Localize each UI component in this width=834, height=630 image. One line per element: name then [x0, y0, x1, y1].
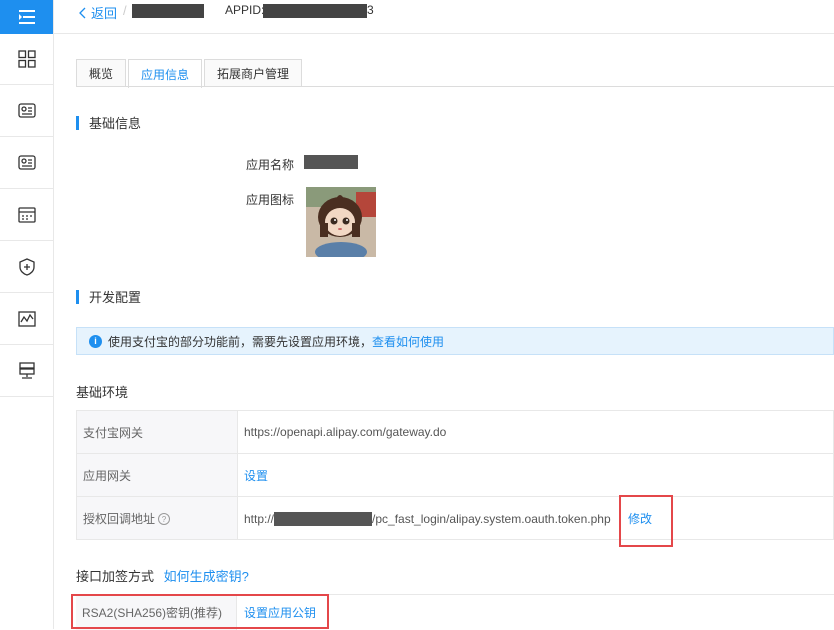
tab-bar: 概览 应用信息 拓展商户管理: [76, 59, 304, 88]
tab-divider: [76, 86, 834, 87]
section-dev-config: 开发配置: [76, 287, 141, 306]
callback-key: 授权回调地址: [83, 511, 156, 526]
gateway-value: https://openapi.alipay.com/gateway.do: [237, 410, 834, 454]
app-icon-label: 应用图标: [246, 193, 295, 207]
table-row: 授权回调地址? http:// /pc_fast_login/alipay.sys…: [76, 496, 834, 540]
appid-tail: 3: [367, 3, 374, 17]
sidebar-item-security[interactable]: [0, 242, 53, 293]
menu-toggle-button[interactable]: [0, 0, 53, 34]
section-title: 基础信息: [89, 116, 142, 131]
sidebar-item-browser[interactable]: [0, 190, 53, 241]
breadcrumb: 返回 / APPID: 3: [54, 0, 834, 34]
appid-label: APPID:: [225, 3, 265, 17]
app-name-redacted: [132, 4, 204, 18]
section-basic-info: 基础信息: [76, 113, 141, 132]
sign-section-title: 接口加签方式 如何生成密钥?: [76, 566, 249, 585]
section-title: 开发配置: [89, 290, 142, 305]
section-marker: [76, 115, 79, 130]
app-gateway-set-link[interactable]: 设置: [244, 469, 268, 483]
server-icon: [18, 362, 35, 379]
sidebar-item-overview[interactable]: [0, 34, 53, 85]
table-row: 应用网关 设置: [76, 453, 834, 497]
app-icon-image: [306, 187, 376, 257]
notice-help-link[interactable]: 查看如何使用: [372, 333, 444, 350]
info-notice: i 使用支付宝的部分功能前，需要先设置应用环境， 查看如何使用: [76, 327, 834, 355]
callback-url-suffix: /pc_fast_login/alipay.system.oauth.token…: [372, 511, 611, 526]
menu-icon: [18, 10, 35, 24]
sidebar-item-app[interactable]: [0, 86, 53, 137]
section-marker: [76, 289, 79, 304]
help-icon[interactable]: ?: [158, 513, 171, 526]
info-icon: i: [89, 334, 102, 348]
app-gateway-key: 应用网关: [76, 453, 238, 497]
callback-url-prefix: http://: [244, 511, 275, 526]
app-name-label: 应用名称: [246, 158, 295, 172]
callback-key-cell: 授权回调地址?: [76, 496, 238, 540]
tab-merchant-management[interactable]: 拓展商户管理: [204, 59, 303, 87]
breadcrumb-separator: /: [123, 3, 127, 18]
notice-text: 使用支付宝的部分功能前，需要先设置应用环境，: [108, 334, 373, 349]
sign-title-text: 接口加签方式: [76, 569, 155, 584]
app-card-icon: [17, 155, 36, 170]
app-gateway-cell: 设置: [237, 453, 834, 497]
sidebar-item-app-2[interactable]: [0, 138, 53, 189]
browser-icon: [17, 207, 36, 223]
appid-redacted: [263, 4, 367, 18]
chevron-left-icon: [79, 7, 86, 18]
sidebar-item-server[interactable]: [0, 346, 53, 397]
shield-icon: [18, 258, 35, 276]
generate-key-help-link[interactable]: 如何生成密钥?: [164, 569, 249, 584]
gateway-key: 支付宝网关: [76, 410, 238, 454]
callback-value-cell: http:// /pc_fast_login/alipay.system.oaut…: [237, 496, 834, 540]
chart-icon: [17, 311, 36, 327]
sidebar-item-monitor[interactable]: [0, 294, 53, 345]
app-card-icon: [17, 103, 36, 118]
main-content: 返回 / APPID: 3 概览 应用信息 拓展商户管理 基础信息 应用名称 应…: [54, 0, 834, 630]
back-label: 返回: [91, 6, 118, 21]
app-name-value-redacted: [304, 155, 358, 169]
back-link[interactable]: 返回: [78, 3, 117, 22]
highlight-box-sign: [71, 594, 329, 629]
highlight-box-edit: [619, 495, 673, 547]
tab-app-info[interactable]: 应用信息: [128, 59, 203, 88]
grid-icon: [17, 50, 36, 68]
table-row: 支付宝网关 https://openapi.alipay.com/gateway…: [76, 410, 834, 454]
tab-overview[interactable]: 概览: [76, 59, 127, 87]
sidebar: [0, 0, 54, 629]
callback-domain-redacted: [274, 512, 373, 527]
env-section-title: 基础环境: [76, 385, 129, 400]
env-table: 支付宝网关 https://openapi.alipay.com/gateway…: [76, 410, 834, 540]
